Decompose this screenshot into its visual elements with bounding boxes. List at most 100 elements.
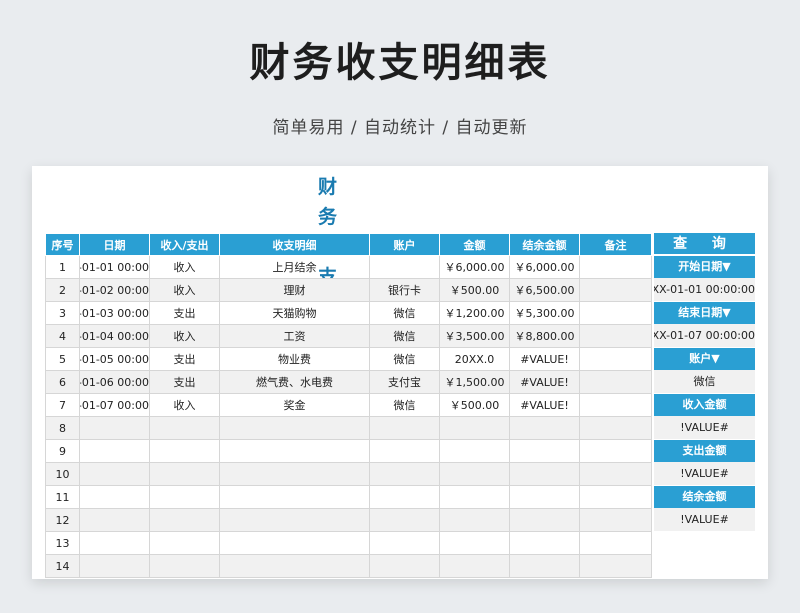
cell-no[interactable]: 7	[45, 393, 80, 417]
cell-detail[interactable]	[219, 531, 370, 555]
start-date-value[interactable]: 20XX-01-01 00:00:00	[654, 278, 755, 301]
cell-note[interactable]	[579, 416, 652, 440]
cell-amount[interactable]: ￥1,500.00	[439, 370, 510, 394]
column-header-amount[interactable]: 金额	[439, 233, 510, 256]
cell-type[interactable]: 支出	[149, 347, 220, 371]
cell-amount[interactable]	[439, 416, 510, 440]
cell-type[interactable]	[149, 508, 220, 532]
cell-amount[interactable]	[439, 554, 510, 578]
cell-note[interactable]	[579, 255, 652, 279]
cell-amount[interactable]	[439, 508, 510, 532]
cell-balance[interactable]	[509, 531, 580, 555]
cell-balance[interactable]: ￥8,800.00	[509, 324, 580, 348]
cell-no[interactable]: 11	[45, 485, 80, 509]
cell-no[interactable]: 6	[45, 370, 80, 394]
cell-balance[interactable]: ￥5,300.00	[509, 301, 580, 325]
cell-amount[interactable]: 20XX.0	[439, 347, 510, 371]
cell-type[interactable]: 收入	[149, 278, 220, 302]
cell-balance[interactable]	[509, 554, 580, 578]
cell-date[interactable]	[79, 508, 150, 532]
cell-note[interactable]	[579, 347, 652, 371]
cell-detail[interactable]	[219, 462, 370, 486]
cell-note[interactable]	[579, 485, 652, 509]
cell-type[interactable]: 收入	[149, 393, 220, 417]
cell-no[interactable]: 2	[45, 278, 80, 302]
cell-type[interactable]	[149, 485, 220, 509]
cell-type[interactable]	[149, 416, 220, 440]
cell-note[interactable]	[579, 554, 652, 578]
cell-type[interactable]: 支出	[149, 370, 220, 394]
cell-balance[interactable]	[509, 485, 580, 509]
cell-date[interactable]: 20XX-01-07 00:00	[79, 393, 150, 417]
cell-no[interactable]: 5	[45, 347, 80, 371]
cell-note[interactable]	[579, 324, 652, 348]
cell-detail[interactable]	[219, 416, 370, 440]
cell-balance[interactable]: ￥6,500.00	[509, 278, 580, 302]
cell-account[interactable]	[369, 531, 440, 555]
cell-no[interactable]: 10	[45, 462, 80, 486]
cell-balance[interactable]	[509, 416, 580, 440]
cell-date[interactable]: 20XX-01-02 00:00	[79, 278, 150, 302]
cell-type[interactable]	[149, 439, 220, 463]
cell-note[interactable]	[579, 462, 652, 486]
cell-date[interactable]: 20XX-01-04 00:00	[79, 324, 150, 348]
cell-amount[interactable]	[439, 439, 510, 463]
cell-account[interactable]: 支付宝	[369, 370, 440, 394]
cell-note[interactable]	[579, 439, 652, 463]
cell-balance[interactable]	[509, 462, 580, 486]
cell-account[interactable]: 银行卡	[369, 278, 440, 302]
cell-amount[interactable]: ￥500.00	[439, 278, 510, 302]
cell-account[interactable]	[369, 485, 440, 509]
cell-account[interactable]	[369, 554, 440, 578]
cell-account[interactable]	[369, 462, 440, 486]
cell-note[interactable]	[579, 508, 652, 532]
cell-date[interactable]	[79, 462, 150, 486]
cell-amount[interactable]	[439, 462, 510, 486]
column-header-detail[interactable]: 收支明细	[219, 233, 370, 256]
cell-date[interactable]	[79, 416, 150, 440]
cell-note[interactable]	[579, 531, 652, 555]
cell-balance[interactable]: #VALUE!	[509, 393, 580, 417]
cell-type[interactable]: 支出	[149, 301, 220, 325]
cell-date[interactable]	[79, 531, 150, 555]
cell-type[interactable]: 收入	[149, 324, 220, 348]
start-date-dropdown[interactable]: 开始日期▼	[654, 256, 755, 278]
column-header-no[interactable]: 序号	[45, 233, 80, 256]
cell-no[interactable]: 1	[45, 255, 80, 279]
cell-amount[interactable]: ￥6,000.00	[439, 255, 510, 279]
cell-account[interactable]	[369, 416, 440, 440]
cell-account[interactable]	[369, 508, 440, 532]
cell-balance[interactable]	[509, 508, 580, 532]
cell-account[interactable]: 微信	[369, 393, 440, 417]
cell-amount[interactable]	[439, 485, 510, 509]
cell-detail[interactable]: 上月结余	[219, 255, 370, 279]
column-header-type[interactable]: 收入/支出	[149, 233, 220, 256]
cell-note[interactable]	[579, 370, 652, 394]
account-dropdown[interactable]: 账户▼	[654, 348, 755, 370]
cell-no[interactable]: 9	[45, 439, 80, 463]
cell-balance[interactable]	[509, 439, 580, 463]
column-header-account[interactable]: 账户	[369, 233, 440, 256]
income-amount-value[interactable]: #VALUE!	[654, 416, 755, 439]
cell-detail[interactable]: 物业费	[219, 347, 370, 371]
cell-no[interactable]: 3	[45, 301, 80, 325]
cell-date[interactable]: 20XX-01-06 00:00	[79, 370, 150, 394]
cell-detail[interactable]: 奖金	[219, 393, 370, 417]
cell-no[interactable]: 13	[45, 531, 80, 555]
cell-date[interactable]	[79, 439, 150, 463]
cell-type[interactable]: 收入	[149, 255, 220, 279]
cell-account[interactable]: 微信	[369, 347, 440, 371]
cell-detail[interactable]: 工资	[219, 324, 370, 348]
cell-note[interactable]	[579, 393, 652, 417]
cell-balance[interactable]: #VALUE!	[509, 370, 580, 394]
cell-balance[interactable]: ￥6,000.00	[509, 255, 580, 279]
cell-no[interactable]: 4	[45, 324, 80, 348]
cell-amount[interactable]: ￥3,500.00	[439, 324, 510, 348]
cell-account[interactable]	[369, 255, 440, 279]
cell-detail[interactable]	[219, 554, 370, 578]
cell-date[interactable]: 20XX-01-05 00:00	[79, 347, 150, 371]
cell-account[interactable]: 微信	[369, 324, 440, 348]
cell-detail[interactable]	[219, 508, 370, 532]
column-header-note[interactable]: 备注	[579, 233, 652, 256]
balance-amount-value[interactable]: #VALUE!	[654, 508, 755, 531]
